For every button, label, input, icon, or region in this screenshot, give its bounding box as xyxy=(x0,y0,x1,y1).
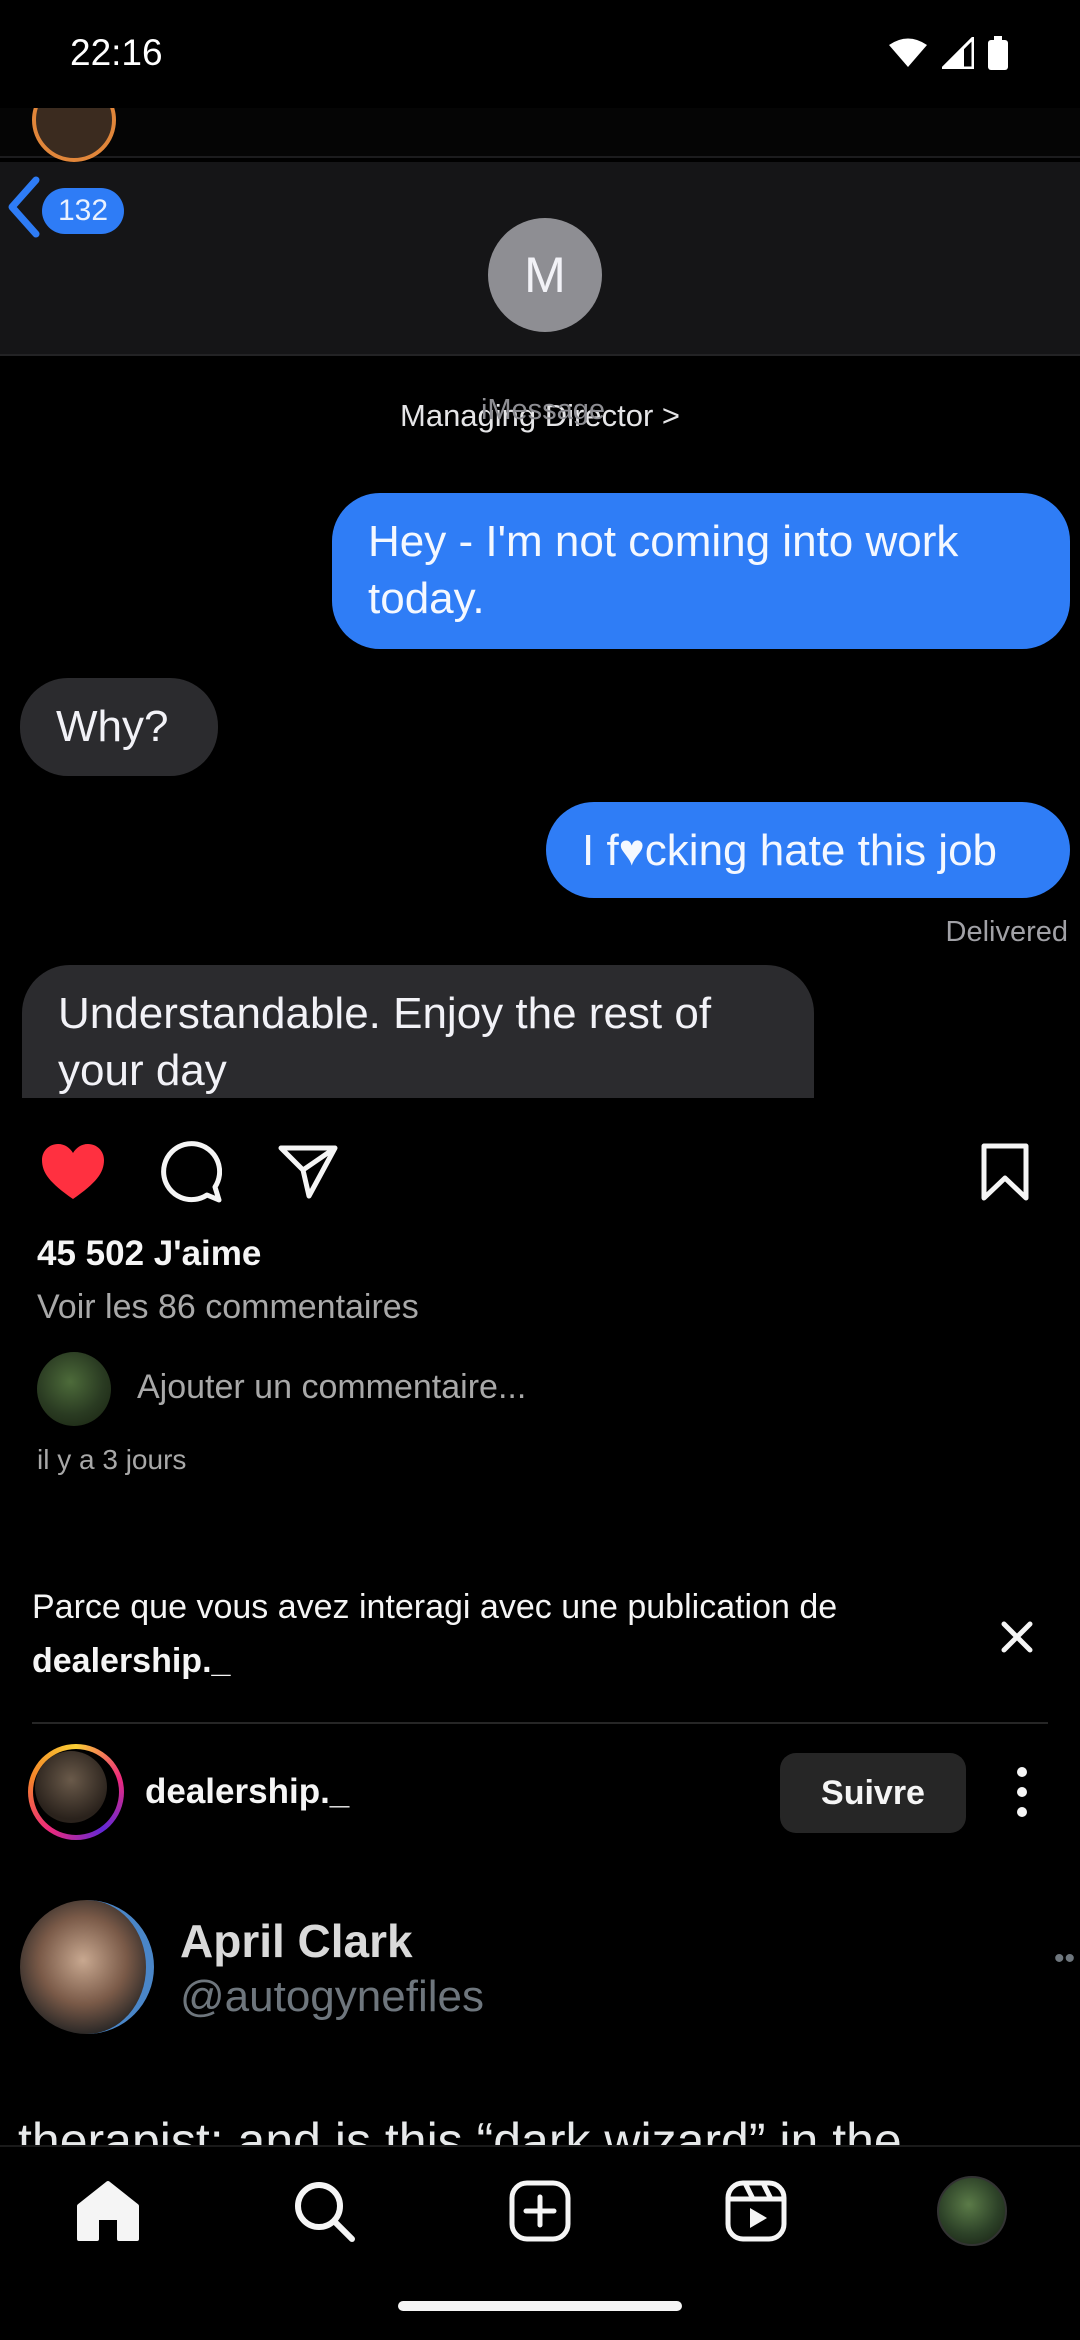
nav-search[interactable] xyxy=(288,2175,360,2247)
suggestion-reason: Parce que vous avez interagi avec une pu… xyxy=(32,1588,838,1626)
story-ring-avatar[interactable] xyxy=(28,1744,124,1840)
status-time: 22:16 xyxy=(70,32,163,73)
wifi-icon xyxy=(889,38,927,67)
dismiss-suggestion-button[interactable] xyxy=(992,1612,1042,1662)
nav-create[interactable] xyxy=(504,2175,576,2247)
home-indicator[interactable] xyxy=(398,2301,682,2311)
unread-badge: 132 xyxy=(42,188,124,234)
avatar xyxy=(35,1751,107,1823)
nav-reels[interactable] xyxy=(720,2175,792,2247)
signal-icon xyxy=(942,37,974,69)
save-button[interactable] xyxy=(978,1140,1032,1204)
status-icons xyxy=(888,36,1008,70)
send-icon xyxy=(278,1145,338,1199)
imessage-header: 132 M Managing Director > xyxy=(0,162,1080,433)
message-bubble-sent: Hey - I'm not coming into work today. xyxy=(332,493,1070,649)
previous-post-strip xyxy=(0,108,1080,162)
nav-profile[interactable] xyxy=(936,2175,1008,2247)
tweet-text: therapist: and is this “dark wizard” in … xyxy=(18,2113,902,2145)
suggestion-account[interactable]: dealership._ xyxy=(32,1642,230,1680)
share-button[interactable] xyxy=(276,1142,340,1202)
follow-button[interactable]: Suivre xyxy=(780,1753,966,1833)
post-image-tweet[interactable]: April Clark @autogynefiles •• therapist:… xyxy=(0,1880,1080,2145)
home-icon xyxy=(77,2181,139,2241)
bookmark-icon xyxy=(981,1143,1029,1201)
previous-avatar xyxy=(32,108,116,162)
like-button[interactable] xyxy=(38,1142,108,1202)
create-icon xyxy=(509,2180,571,2242)
add-comment-row[interactable]: Ajouter un commentaire... xyxy=(37,1350,1037,1426)
status-bar: 22:16 xyxy=(0,0,1080,108)
suggestion-text: Parce que vous avez interagi avec une pu… xyxy=(32,1580,932,1688)
tweet-author-handle: @autogynefiles xyxy=(180,1972,484,2021)
comment-icon xyxy=(161,1141,222,1203)
post-header: dealership._ Suivre xyxy=(0,1740,1080,1844)
tweet-author-name: April Clark xyxy=(180,1915,413,1967)
divider xyxy=(32,1722,1048,1724)
author-username[interactable]: dealership._ xyxy=(145,1772,349,1812)
message-bubble-received: Why? xyxy=(20,678,218,776)
profile-avatar xyxy=(937,2176,1007,2246)
message-bubble-sent: I f♥cking hate this job xyxy=(546,802,1070,898)
close-icon xyxy=(1001,1621,1033,1653)
tweet-avatar xyxy=(20,1900,154,2034)
post-timestamp: il y a 3 jours xyxy=(37,1444,187,1475)
nav-home[interactable] xyxy=(72,2175,144,2247)
tweet-more-icon: •• xyxy=(1054,1942,1076,1975)
heart-icon xyxy=(42,1144,104,1199)
chevron-left-icon xyxy=(8,176,40,238)
comment-input[interactable]: Ajouter un commentaire... xyxy=(137,1368,526,1407)
message-bubble-received: Understandable. Enjoy the rest of your d… xyxy=(22,965,814,1098)
comment-button[interactable] xyxy=(158,1140,224,1204)
service-label: iMessage xyxy=(480,394,606,426)
more-options-button[interactable] xyxy=(1000,1762,1044,1822)
contact-avatar: M xyxy=(488,218,602,332)
avatar xyxy=(37,1352,111,1426)
more-vertical-icon xyxy=(1017,1767,1027,1817)
post-image[interactable]: 132 M Managing Director > iMessage Hey -… xyxy=(0,108,1080,1098)
reels-icon xyxy=(725,2180,787,2242)
search-icon xyxy=(295,2182,355,2242)
battery-icon xyxy=(988,36,1008,70)
likes-count[interactable]: 45 502 J'aime xyxy=(37,1234,261,1274)
view-comments-link[interactable]: Voir les 86 commentaires xyxy=(37,1288,419,1327)
delivered-label: Delivered xyxy=(945,916,1069,948)
post-action-row xyxy=(0,1118,1080,1222)
